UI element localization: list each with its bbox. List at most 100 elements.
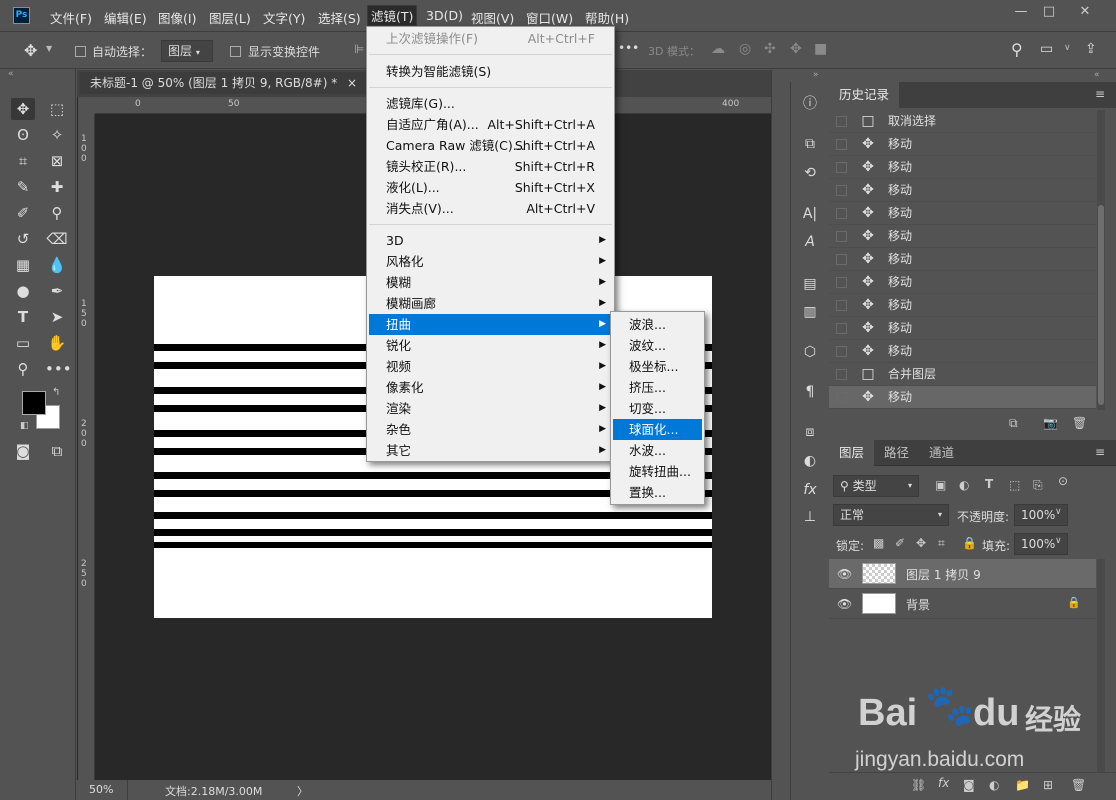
collapse-icon[interactable]: » (813, 70, 819, 80)
camera-icon[interactable]: 📷 (1043, 416, 1058, 430)
layer-name[interactable]: 图层 1 拷贝 9 (906, 566, 981, 583)
lock-position-icon[interactable]: ✥ (916, 536, 926, 550)
crop-tool-icon[interactable]: ⌗ (11, 150, 35, 172)
adjustments-icon[interactable]: ◐ (797, 449, 823, 473)
lock-transparent-icon[interactable]: ▩ (873, 536, 884, 550)
menu-item-pixelate[interactable]: 像素化 ▶ (369, 377, 612, 398)
history-entry[interactable]: □ 合并图层 (829, 363, 1096, 386)
workspace-icon[interactable]: ▭ (1040, 41, 1053, 57)
libraries-icon[interactable]: ⧈ (797, 420, 823, 444)
menu-item-liquify[interactable]: 液化(L)... Shift+Ctrl+X (369, 177, 612, 198)
3d-orbit-icon[interactable]: ☁ (711, 41, 725, 57)
blend-mode-dropdown[interactable]: 正常 ▾ (833, 504, 949, 526)
history-entry[interactable]: ✥ 移动 (829, 340, 1096, 363)
history-snapshot-checkbox[interactable] (836, 346, 847, 357)
marquee-tool-icon[interactable]: ⬚ (45, 98, 69, 120)
menu-item-render[interactable]: 渲染 ▶ (369, 398, 612, 419)
filter-toggle-icon[interactable]: ⊙ (1058, 474, 1068, 488)
foreground-color-swatch-top[interactable] (22, 391, 46, 415)
submenu-item-ripple[interactable]: 波纹... (613, 335, 702, 356)
actions-icon[interactable]: ▥ (797, 300, 823, 324)
scrollbar-thumb[interactable] (1098, 205, 1104, 405)
history-entry[interactable]: ✥ 移动 (829, 202, 1096, 225)
healing-brush-tool-icon[interactable]: ✚ (45, 176, 69, 198)
minimize-icon[interactable]: — (1010, 4, 1032, 22)
history-entry[interactable]: ✥ 移动 (829, 225, 1096, 248)
search-icon[interactable]: ⚲ (1011, 40, 1023, 59)
group-folder-icon[interactable]: 📁 (1015, 778, 1030, 792)
screen-mode-icon[interactable]: ⧉ (45, 440, 69, 462)
history-snapshot-checkbox[interactable] (836, 185, 847, 196)
history-snapshot-checkbox[interactable] (836, 369, 847, 380)
menu-help[interactable]: 帮助(H) (585, 8, 629, 27)
chevron-down-icon[interactable]: ∨ (1055, 536, 1062, 546)
paragraph-icon[interactable]: ¶ (797, 380, 823, 404)
menu-image[interactable]: 图像(I) (158, 8, 196, 27)
properties-icon[interactable]: ⧉ (797, 132, 823, 156)
submenu-item-shear[interactable]: 切变... (613, 398, 702, 419)
menu-item-noise[interactable]: 杂色 ▶ (369, 419, 612, 440)
lock-all-icon[interactable]: 🔒 (962, 536, 977, 550)
3d-scale-icon[interactable]: ■ (814, 41, 827, 57)
info-icon[interactable]: ⓘ (797, 92, 823, 116)
lock-pixels-icon[interactable]: ✐ (895, 536, 905, 550)
menu-item-lens-correction[interactable]: 镜头校正(R)... Shift+Ctrl+R (369, 156, 612, 177)
tab-layers[interactable]: 图层 (829, 440, 875, 466)
menu-item-video[interactable]: 视频 ▶ (369, 356, 612, 377)
tab-history[interactable]: 历史记录 (829, 82, 900, 108)
chevron-down-icon[interactable]: ▼ (46, 44, 52, 53)
maximize-icon[interactable]: □ (1038, 4, 1060, 22)
3d-pan-icon[interactable]: ✣ (764, 41, 776, 57)
layer-name[interactable]: 背景 (906, 596, 930, 613)
menu-item-adaptive-wide-angle[interactable]: 自适应广角(A)... Alt+Shift+Ctrl+A (369, 114, 612, 135)
submenu-item-twirl[interactable]: 旋转扭曲... (613, 461, 702, 482)
zoom-tool-icon[interactable]: ⚲ (11, 358, 35, 380)
lock-artboard-icon[interactable]: ⌗ (938, 536, 945, 551)
menu-select[interactable]: 选择(S) (318, 8, 361, 27)
trash-icon[interactable]: 🗑 (1072, 416, 1087, 430)
magic-wand-tool-icon[interactable]: ✧ (45, 124, 69, 146)
rectangle-tool-icon[interactable]: ▭ (11, 332, 35, 354)
menu-file[interactable]: 文件(F) (50, 8, 92, 27)
history-snapshot-checkbox[interactable] (836, 162, 847, 173)
menu-3d[interactable]: 3D(D) (426, 8, 463, 23)
menu-type[interactable]: 文字(Y) (263, 8, 305, 27)
gradient-tool-icon[interactable]: ▦ (11, 254, 35, 276)
3d-icon[interactable]: ⬡ (797, 340, 823, 364)
auto-select-target-dropdown[interactable]: 图层 ▾ (161, 40, 213, 62)
notes-icon[interactable]: ▤ (797, 272, 823, 296)
document-tab[interactable]: 未标题-1 @ 50% (图层 1 拷贝 9, RGB/8#) * × (80, 72, 368, 94)
menu-item-other[interactable]: 其它 ▶ (369, 440, 612, 461)
history-snapshot-checkbox[interactable] (836, 323, 847, 334)
history-snapshot-checkbox[interactable] (836, 300, 847, 311)
move-tool-icon[interactable]: ✥ (24, 41, 37, 60)
menu-item-filter-gallery[interactable]: 滤镜库(G)... (369, 93, 612, 114)
history-scrollbar[interactable] (1097, 110, 1105, 410)
panel-menu-icon[interactable]: ≡ (1095, 87, 1105, 101)
eye-icon[interactable]: 👁 (837, 567, 852, 581)
history-entry[interactable]: ✥ 移动 (829, 317, 1096, 340)
clone-source-icon[interactable]: ⊥ (797, 505, 823, 529)
menu-item-camera-raw[interactable]: Camera Raw 滤镜(C)... Shift+Ctrl+A (369, 135, 612, 156)
lasso-tool-icon[interactable]: ʘ (11, 124, 35, 146)
menu-layer[interactable]: 图层(L) (209, 8, 251, 27)
menu-edit[interactable]: 编辑(E) (104, 8, 147, 27)
history-brush-tool-icon[interactable]: ↺ (11, 228, 35, 250)
adjustment-layer-filter-icon[interactable]: ◐ (959, 478, 969, 492)
3d-roll-icon[interactable]: ◎ (739, 41, 751, 57)
layer-filter-dropdown[interactable]: ⚲ 类型 ▾ (833, 475, 919, 497)
collapse-icon[interactable]: « (8, 69, 14, 79)
pen-tool-icon[interactable]: ✒ (45, 280, 69, 302)
menu-item-convert-smart-filter[interactable]: 转换为智能滤镜(S) (369, 61, 612, 82)
character-icon[interactable]: A| (797, 202, 823, 226)
chevron-down-icon[interactable]: ∨ (1055, 507, 1062, 517)
submenu-item-wave[interactable]: 波浪... (613, 314, 702, 335)
move-tool-icon[interactable]: ✥ (11, 98, 35, 120)
submenu-item-spherize[interactable]: 球面化... (613, 419, 702, 440)
stamp-tool-icon[interactable]: ⚲ (45, 202, 69, 224)
history-snapshot-checkbox[interactable] (836, 254, 847, 265)
submenu-item-zigzag[interactable]: 水波... (613, 440, 702, 461)
dodge-tool-icon[interactable]: ● (11, 280, 35, 302)
history-snapshot-checkbox[interactable] (836, 392, 847, 403)
history-snapshot-checkbox[interactable] (836, 277, 847, 288)
